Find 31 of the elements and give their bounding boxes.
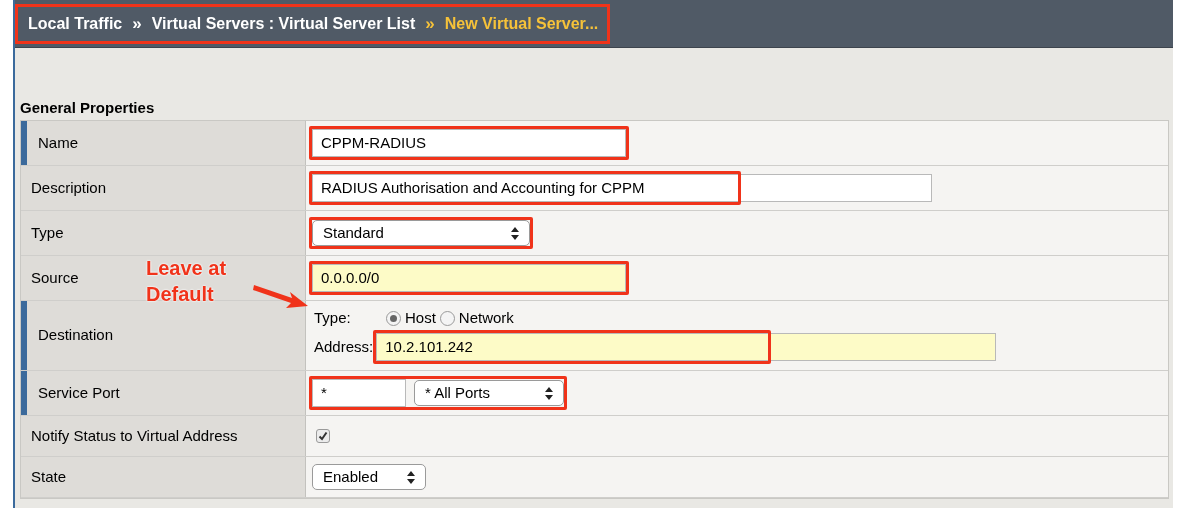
text-field[interactable]: 10.2.101.242 [376, 333, 997, 362]
radio-button[interactable] [439, 310, 455, 326]
field-label-cell: Service Port [21, 371, 306, 415]
up-down-arrows-icon [545, 386, 553, 400]
radio-button[interactable] [386, 310, 401, 326]
text-field[interactable]: CPPM-RADIUS [312, 129, 626, 157]
radio-label: Host [405, 307, 436, 328]
text-field[interactable]: RADIUS Authorisation and Accounting for CPPM [312, 174, 932, 202]
breadcrumb-link[interactable]: Virtual Servers : Virtual Server List [151, 11, 416, 36]
address-label: Address: [314, 337, 374, 357]
breadcrumb-separator: » [132, 12, 142, 35]
field-label-cell: Notify Status to Virtual Address [21, 416, 306, 456]
field-label-cell: Name [21, 121, 306, 165]
select-dropdown[interactable]: Standard [312, 220, 530, 246]
breadcrumb-link[interactable]: Local Traffic [28, 11, 123, 36]
section-title: General Properties [19, 97, 156, 118]
field-label-cell: Description [21, 166, 306, 210]
select-dropdown[interactable]: * All Ports [414, 380, 564, 406]
field-label-cell: Destination [21, 301, 306, 370]
select-dropdown[interactable]: Enabled [312, 464, 426, 490]
up-down-arrows-icon [407, 470, 415, 484]
breadcrumb-link[interactable]: New Virtual Server... [444, 11, 599, 36]
radio-label: Network [458, 307, 514, 328]
port-field[interactable]: * [312, 379, 406, 407]
field-label-cell: State [21, 457, 306, 497]
field-label-cell: Type [21, 211, 306, 255]
type-label: Type: [314, 307, 352, 328]
breadcrumb-separator: » [425, 12, 435, 35]
checkbox[interactable] [316, 429, 330, 443]
text-field[interactable]: 0.0.0.0/0 [312, 264, 626, 292]
up-down-arrows-icon [511, 226, 519, 240]
